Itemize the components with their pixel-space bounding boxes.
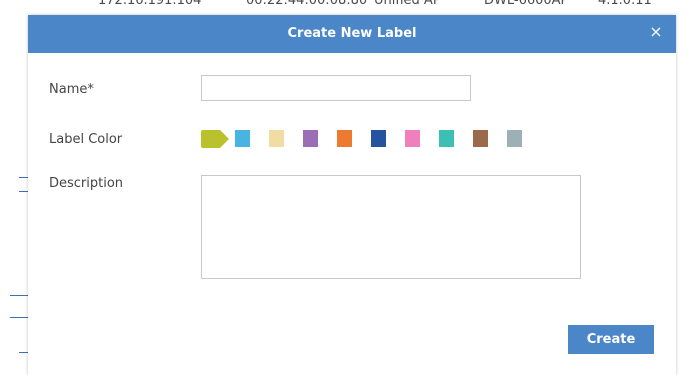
background-link-fragment xyxy=(19,179,28,192)
color-swatch-pink[interactable] xyxy=(405,130,420,147)
color-swatch-wheat[interactable] xyxy=(269,130,284,147)
background-divider xyxy=(10,295,28,296)
background-type-cell: Unified AP xyxy=(374,0,441,8)
description-textarea[interactable] xyxy=(201,175,581,279)
color-swatch-orange[interactable] xyxy=(337,130,352,147)
dialog-title: Create New Label xyxy=(287,26,417,41)
background-divider xyxy=(10,317,28,318)
background-table-row: 172.16.191.104 00:22:44:00:08:80 Unified… xyxy=(0,0,691,13)
create-label-dialog: Create New Label × Name* Label Color Des… xyxy=(28,15,676,375)
background-ip-cell: 172.16.191.104 xyxy=(98,0,202,8)
color-swatch-purple[interactable] xyxy=(303,130,318,147)
color-swatch-olive[interactable] xyxy=(201,130,229,148)
background-model-cell: DWL-6600AP xyxy=(484,0,569,8)
background-version-cell: 4.1.0.11 xyxy=(598,0,652,8)
name-input[interactable] xyxy=(201,75,471,101)
create-button[interactable]: Create xyxy=(568,325,654,354)
close-icon[interactable]: × xyxy=(648,24,664,40)
dialog-header: Create New Label × xyxy=(28,15,676,53)
background-link-fragment xyxy=(19,340,28,353)
description-label: Description xyxy=(49,176,124,191)
label-color-label: Label Color xyxy=(49,132,123,147)
page: 172.16.191.104 00:22:44:00:08:80 Unified… xyxy=(0,0,691,375)
selected-tag-icon xyxy=(201,130,229,148)
background-mac-cell: 00:22:44:00:08:80 xyxy=(246,0,368,8)
color-swatch-brown[interactable] xyxy=(473,130,488,147)
color-swatch-dark-blue[interactable] xyxy=(371,130,386,147)
color-swatch-sky-blue[interactable] xyxy=(235,130,250,147)
background-link-fragment xyxy=(19,165,28,178)
color-swatch-teal[interactable] xyxy=(439,130,454,147)
name-label: Name* xyxy=(49,82,94,97)
color-swatch-gray[interactable] xyxy=(507,130,522,147)
background-left-edge xyxy=(0,150,28,375)
